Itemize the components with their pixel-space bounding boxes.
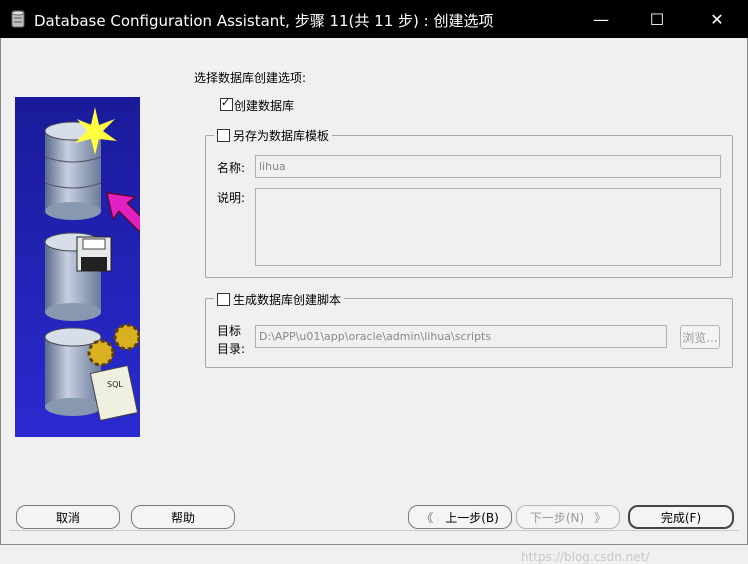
script-group-legend: 生成数据库创建脚本 xyxy=(214,291,345,308)
help-label: 帮助 xyxy=(170,510,195,525)
create-db-label: 创建数据库 xyxy=(234,99,295,113)
browse-label: 浏览... xyxy=(682,330,718,345)
maximize-button[interactable]: ☐ xyxy=(634,0,680,38)
svg-text:SQL: SQL xyxy=(107,380,123,389)
script-dir-field[interactable]: D:\APP\u01\app\oracle\admin\lihua\script… xyxy=(255,325,667,348)
template-name-label: 名称: xyxy=(217,161,246,175)
close-button[interactable]: ✕ xyxy=(694,0,740,38)
close-icon: ✕ xyxy=(710,9,724,29)
browse-button[interactable]: 浏览... xyxy=(680,325,720,349)
finish-button[interactable]: 完成(F) xyxy=(628,505,734,529)
finish-label: 完成(F) xyxy=(660,510,702,525)
next-button[interactable]: 下一步(N) 》 xyxy=(516,505,620,529)
chevron-right-icon: 》 xyxy=(594,510,607,525)
script-dir-label-2: 目录: xyxy=(217,342,246,356)
database-script-icon: SQL xyxy=(44,323,140,422)
page-heading: 选择数据库创建选项: xyxy=(194,71,307,85)
title-bar: Database Configuration Assistant, 步骤 11(… xyxy=(0,0,748,38)
save-template-label: 另存为数据库模板 xyxy=(233,129,330,143)
back-button[interactable]: 《 上一步(B) xyxy=(408,505,512,529)
chevron-left-icon: 《 xyxy=(421,510,434,525)
gen-script-label: 生成数据库创建脚本 xyxy=(233,293,342,307)
template-group-legend: 另存为数据库模板 xyxy=(214,127,333,144)
maximize-icon: ☐ xyxy=(649,9,665,29)
window-title: Database Configuration Assistant, 步骤 11(… xyxy=(34,12,494,30)
back-label: 上一步(B) xyxy=(445,510,499,525)
gen-script-checkbox[interactable] xyxy=(217,293,230,306)
watermark: https://blog.csdn.net/ xyxy=(521,550,650,564)
help-button[interactable]: 帮助 xyxy=(131,505,235,529)
next-label: 下一步(N) xyxy=(529,510,585,525)
wizard-illustration: SQL xyxy=(15,97,140,437)
create-db-checkbox[interactable] xyxy=(220,96,233,111)
save-template-checkbox[interactable] xyxy=(217,129,230,142)
minimize-button[interactable]: — xyxy=(578,0,624,38)
database-app-icon xyxy=(11,10,25,28)
minimize-icon: — xyxy=(593,9,609,29)
cancel-button[interactable]: 取消 xyxy=(16,505,120,529)
template-desc-label: 说明: xyxy=(217,191,246,205)
wizard-client: SQL 选择数据库创建选项: 创建数据库 另存为数据库模板 名称: lihua … xyxy=(0,38,748,564)
footer-separator xyxy=(9,530,739,531)
template-name-field[interactable]: lihua xyxy=(255,155,721,178)
script-dir-label-1: 目标 xyxy=(217,324,242,338)
cancel-label: 取消 xyxy=(55,510,80,525)
template-desc-field[interactable] xyxy=(255,188,721,266)
